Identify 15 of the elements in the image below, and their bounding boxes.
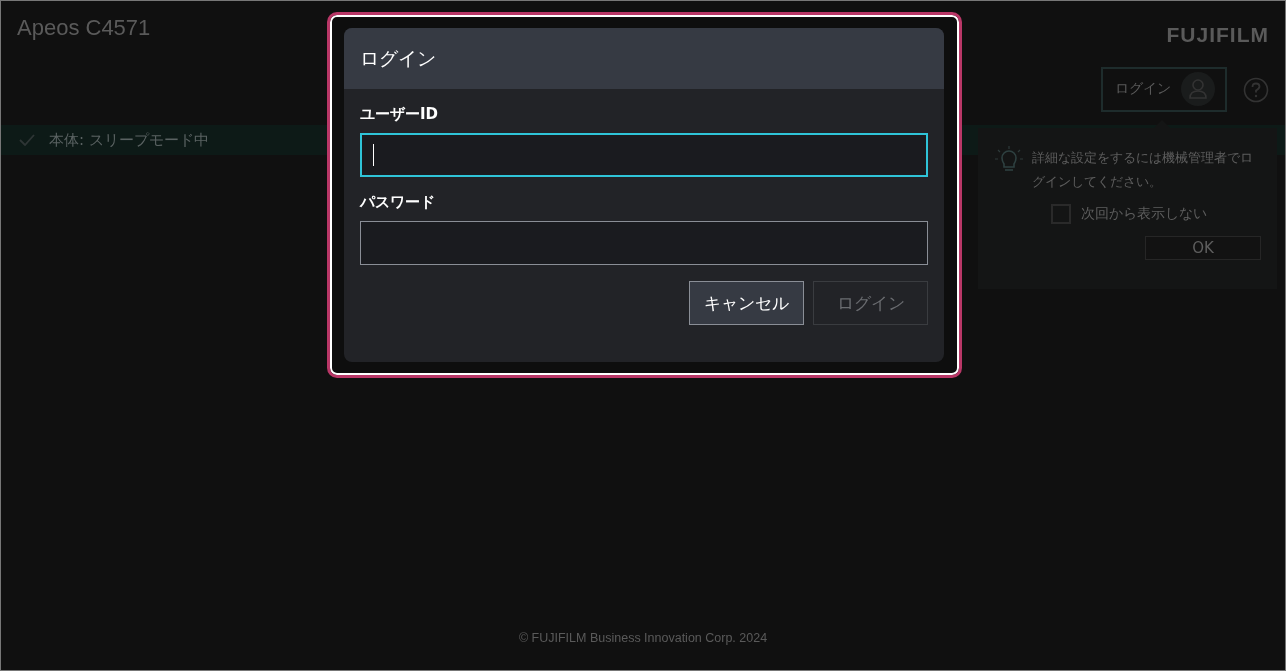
field-label: パスワード <box>360 193 436 212</box>
login-button[interactable]: ログイン <box>1101 66 1227 112</box>
input-field[interactable] <box>360 133 928 177</box>
dialog-button[interactable]: キャンセル <box>689 281 804 325</box>
input-field[interactable] <box>360 221 928 265</box>
dialog-title: ログイン <box>360 45 436 71</box>
app-title: Apeos C4571 <box>17 15 151 41</box>
ok-button[interactable]: OK <box>1145 236 1261 260</box>
copyright-text: © FUJIFILM Business Innovation Corp. 2024 <box>517 631 769 647</box>
brand-logo: FUJIFILM <box>1166 23 1269 47</box>
tip-message: 詳細な設定をするには機械管理者でログインしてください。 <box>1032 149 1254 191</box>
checkbox-label: 次回から表示しない <box>1081 205 1207 223</box>
field-label: ユーザーID <box>360 105 440 124</box>
status-text: 本体: スリープモード中 <box>49 130 209 150</box>
user-icon <box>1181 72 1215 106</box>
